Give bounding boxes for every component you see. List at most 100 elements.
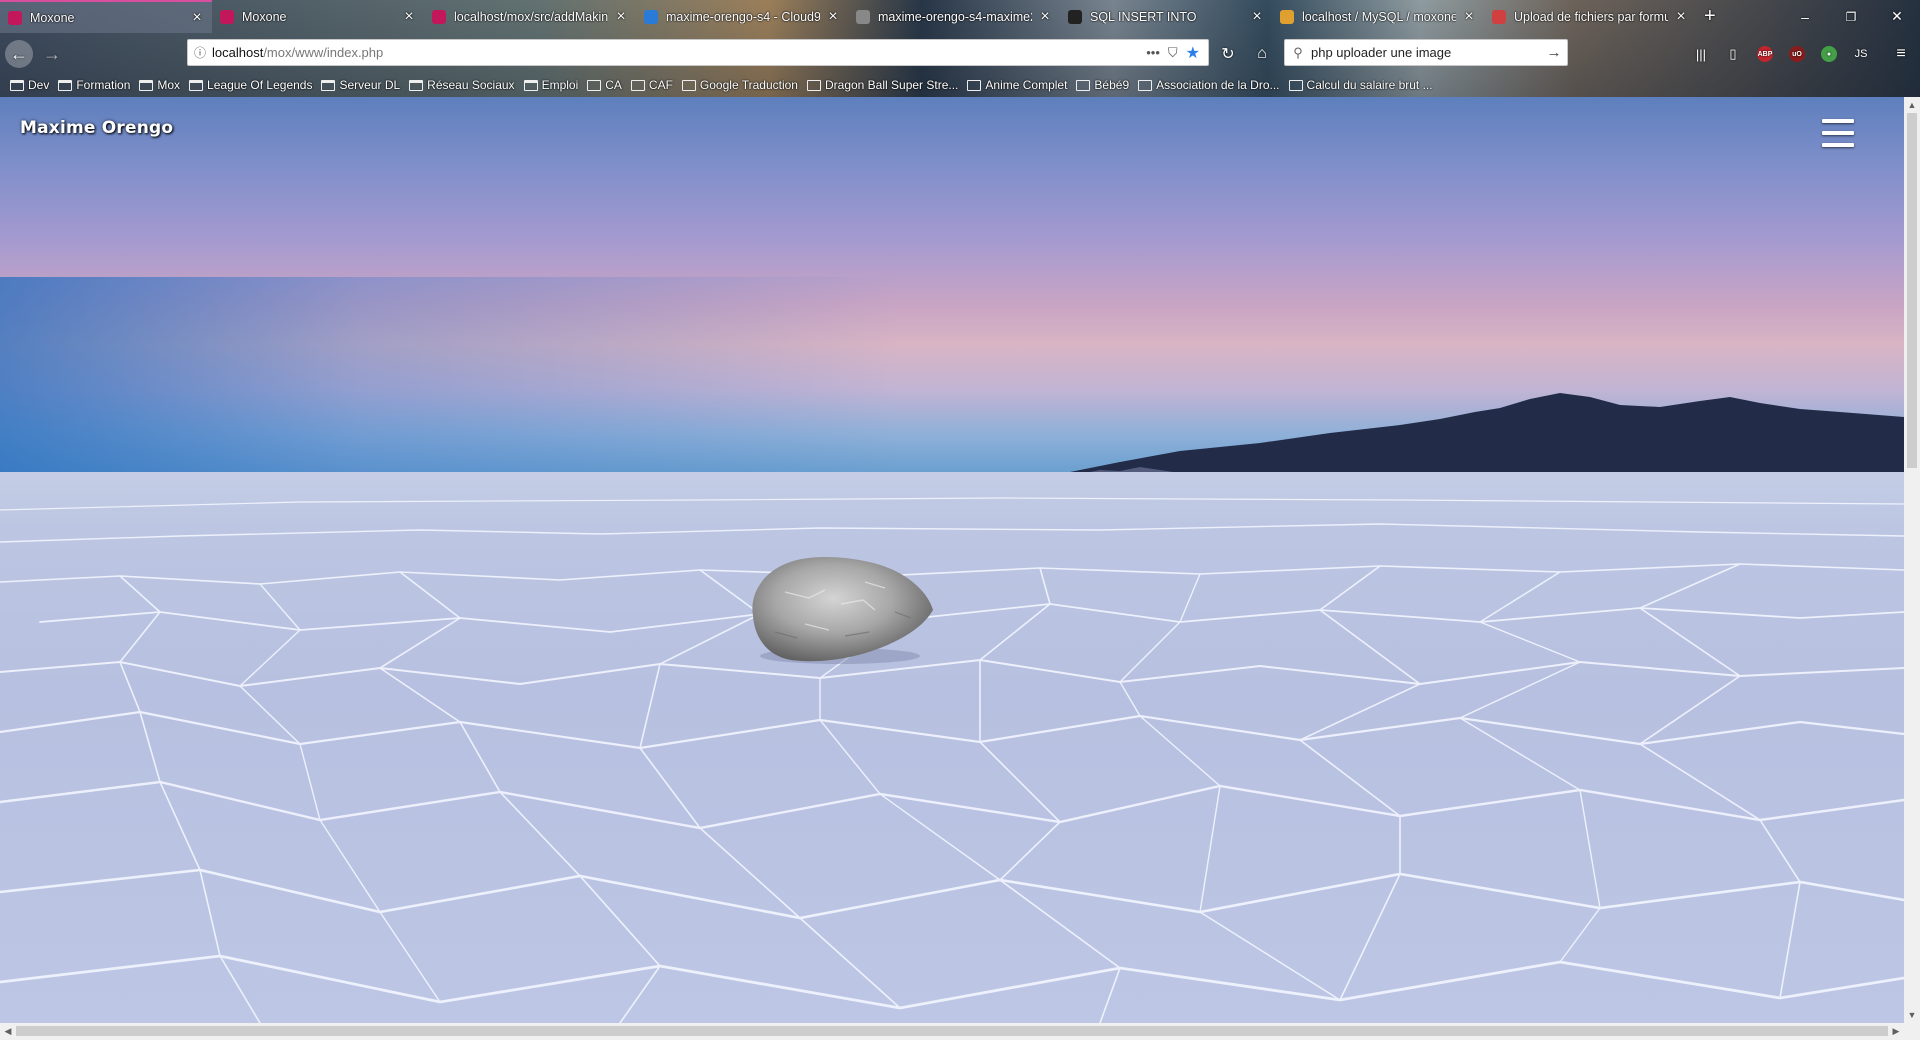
search-go-button[interactable]: →: [1541, 44, 1567, 61]
close-tab-icon[interactable]: ×: [1038, 8, 1052, 24]
site-icon: [1492, 9, 1506, 24]
url-bar[interactable]: ⓘ localhost/mox/www/index.php ••• ⛉ ★: [187, 39, 1209, 66]
association-icon: [1138, 79, 1153, 91]
new-tab-button[interactable]: +: [1696, 0, 1730, 33]
bookmark-label: CAF: [648, 78, 673, 92]
scroll-down-arrow-icon[interactable]: ▼: [1904, 1007, 1920, 1023]
sidebar-icon[interactable]: ▯: [1722, 43, 1744, 65]
restore-button[interactable]: ❐: [1828, 0, 1874, 33]
bookmark-label: League Of Legends: [207, 78, 313, 92]
tab-title: Upload de fichiers par formu: [1514, 9, 1668, 24]
moxone-icon: [8, 10, 22, 25]
phpmyadmin-icon: [1280, 9, 1294, 24]
bookmark-label: Dragon Ball Super Stre...: [824, 78, 959, 92]
bookmark-item[interactable]: Calcul du salaire brut ...: [1288, 78, 1433, 92]
scrollbar-corner: [1904, 1023, 1920, 1040]
hamburger-menu-icon[interactable]: ≡: [1890, 43, 1912, 65]
tab-3[interactable]: localhost/mox/src/addMakin ×: [424, 0, 636, 33]
horizontal-scrollbar[interactable]: ◀ ▶: [0, 1023, 1904, 1040]
vertical-scrollbar[interactable]: ▲ ▼: [1904, 97, 1920, 1023]
ublock-origin-icon[interactable]: uO: [1789, 46, 1805, 62]
minimize-button[interactable]: –: [1782, 0, 1828, 33]
bookmark-item[interactable]: Mox: [139, 78, 180, 92]
hamburger-icon[interactable]: [1822, 119, 1854, 149]
bookmark-item[interactable]: CA: [587, 78, 622, 92]
bookmark-item[interactable]: Dragon Ball Super Stre...: [806, 78, 959, 92]
tab-8[interactable]: Upload de fichiers par formu ×: [1484, 0, 1696, 33]
close-tab-icon[interactable]: ×: [1462, 8, 1476, 24]
bookmark-item[interactable]: Anime Complet: [967, 78, 1067, 92]
page-viewport: Maxime Orengo: [0, 97, 1904, 1023]
bookmark-item[interactable]: Emploi: [523, 78, 579, 92]
pocket-icon[interactable]: ⛉: [1168, 45, 1178, 61]
bookmark-item[interactable]: Dev: [10, 78, 49, 92]
bookmark-label: Dev: [28, 78, 50, 92]
blank-icon: [856, 9, 870, 24]
bookmark-item[interactable]: Réseau Sociaux: [409, 78, 515, 92]
salt-crack-pattern: [0, 497, 1904, 1023]
search-input[interactable]: php uploader une image: [1311, 45, 1451, 60]
close-tab-icon[interactable]: ×: [1250, 8, 1264, 24]
bookmark-label: Calcul du salaire brut ...: [1306, 78, 1433, 92]
chrome-extension-icon[interactable]: ●: [1821, 46, 1837, 62]
folder-icon: [523, 79, 538, 91]
search-icon: ⚲: [1293, 44, 1303, 60]
tab-title: SQL INSERT INTO: [1090, 9, 1197, 24]
bookmark-label: Anime Complet: [985, 78, 1068, 92]
moxone-icon: [432, 9, 446, 24]
navigation-toolbar: ← → ⓘ localhost/mox/www/index.php ••• ⛉ …: [0, 33, 1920, 73]
tab-6[interactable]: SQL INSERT INTO ×: [1060, 0, 1272, 33]
bookmark-label: Emploi: [541, 78, 579, 92]
tab-1[interactable]: Moxone ×: [0, 0, 212, 33]
scroll-up-arrow-icon[interactable]: ▲: [1904, 97, 1920, 113]
close-tab-icon[interactable]: ×: [614, 8, 628, 24]
close-tab-icon[interactable]: ×: [1674, 8, 1688, 24]
search-bar[interactable]: ⚲ php uploader une image →: [1284, 39, 1568, 66]
tab-bar: Moxone × Moxone × localhost/mox/src/addMakin…: [0, 0, 1920, 33]
back-button[interactable]: ←: [5, 40, 33, 68]
close-tab-icon[interactable]: ×: [402, 8, 416, 24]
tab-2[interactable]: Moxone ×: [212, 0, 424, 33]
site-info-icon[interactable]: ⓘ: [188, 44, 212, 61]
caf-icon: [630, 79, 645, 91]
forward-button[interactable]: →: [38, 40, 66, 68]
js-extension-icon[interactable]: JS: [1850, 43, 1872, 65]
adblock-plus-icon[interactable]: ABP: [1757, 46, 1773, 62]
bookmark-item[interactable]: Serveur DL: [321, 78, 400, 92]
bookmark-item[interactable]: Bébé9: [1076, 78, 1129, 92]
horizontal-scroll-thumb[interactable]: [16, 1026, 1888, 1036]
bookmark-item[interactable]: League Of Legends: [189, 78, 312, 92]
tab-title: maxime-orengo-s4 - Cloud9: [666, 9, 820, 24]
scroll-right-arrow-icon[interactable]: ▶: [1888, 1023, 1904, 1040]
page-actions-button[interactable]: •••: [1146, 45, 1160, 60]
bookmark-star-icon[interactable]: ★: [1186, 43, 1200, 63]
bookmark-item[interactable]: Association de la Dro...: [1138, 78, 1280, 92]
reload-button[interactable]: ↻: [1214, 40, 1242, 68]
close-tab-icon[interactable]: ×: [826, 8, 840, 24]
mountain-range: [0, 393, 1904, 477]
bookmark-label: Mox: [157, 78, 181, 92]
site-title[interactable]: Maxime Orengo: [20, 118, 173, 138]
tab-5[interactable]: maxime-orengo-s4-maxime26.c9 ×: [848, 0, 1060, 33]
folder-icon: [139, 79, 154, 91]
close-tab-icon[interactable]: ×: [190, 9, 204, 25]
translate-icon: [681, 79, 696, 91]
bookmark-item[interactable]: Google Traduction: [681, 78, 798, 92]
folder-icon: [321, 79, 336, 91]
tab-title: localhost/mox/src/addMakin: [454, 9, 608, 24]
bebe9-icon: [1076, 79, 1091, 91]
library-icon[interactable]: |||: [1690, 43, 1712, 65]
vertical-scroll-thumb[interactable]: [1907, 113, 1917, 468]
bookmark-label: Bébé9: [1094, 78, 1130, 92]
home-button[interactable]: ⌂: [1248, 40, 1276, 68]
salary-icon: [1288, 79, 1303, 91]
bookmark-item[interactable]: CAF: [630, 78, 673, 92]
scroll-left-arrow-icon[interactable]: ◀: [0, 1023, 16, 1040]
tab-title: maxime-orengo-s4-maxime26.c9: [878, 9, 1032, 24]
tab-7[interactable]: localhost / MySQL / moxone ×: [1272, 0, 1484, 33]
bookmark-item[interactable]: Formation: [58, 78, 130, 92]
tab-4[interactable]: maxime-orengo-s4 - Cloud9 ×: [636, 0, 848, 33]
moxone-icon: [220, 9, 234, 24]
browser-chrome: Moxone × Moxone × localhost/mox/src/addMakin…: [0, 0, 1920, 97]
close-window-button[interactable]: ✕: [1874, 0, 1920, 33]
